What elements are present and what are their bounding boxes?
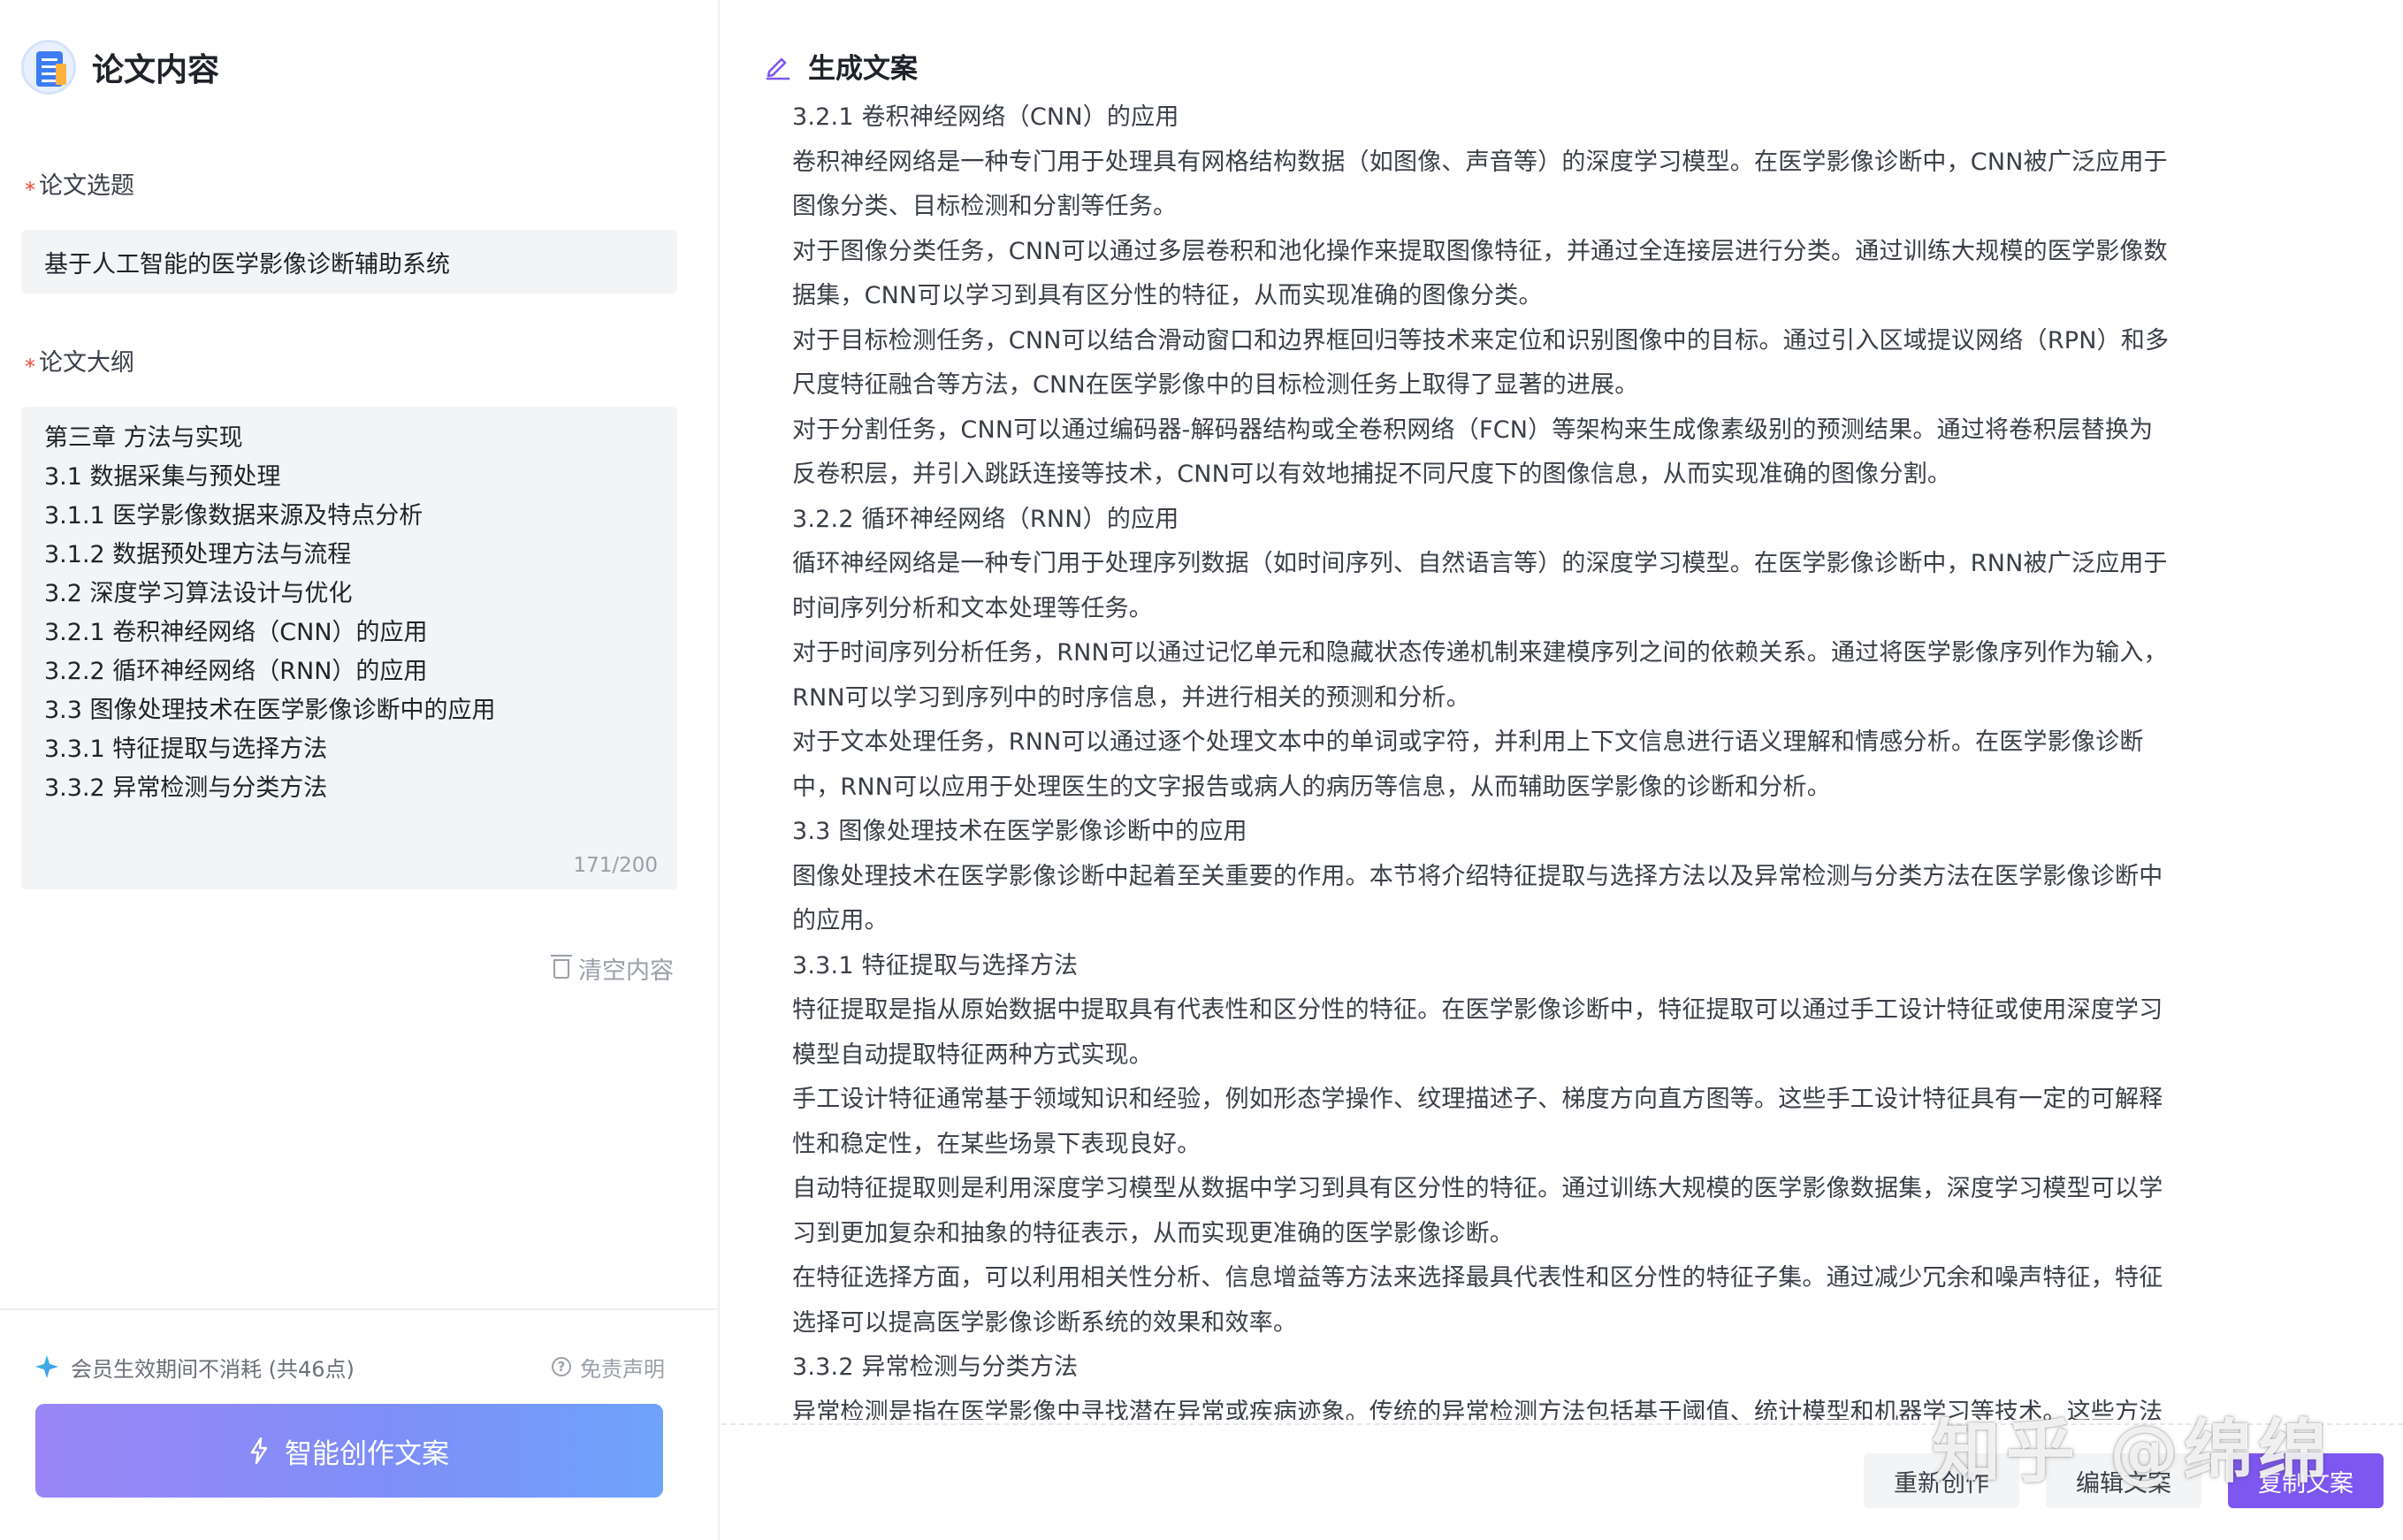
content-paragraph: 对于时间序列分析任务，RNN可以通过记忆单元和隐藏状态传递机制来建模序列之间的依… [792,639,2168,712]
content-paragraph: 对于图像分类任务，CNN可以通过多层卷积和池化操作来提取图像特征，并通过全连接层… [792,237,2168,310]
topic-label: * 论文选题 [25,166,134,202]
outline-char-count: 171/200 [573,854,658,877]
edit-copy-button[interactable]: 编辑文案 [2046,1453,2201,1508]
outline-label-text: 论文大纲 [39,349,134,377]
paper-logo-icon [21,40,76,95]
divider [0,1308,718,1310]
content-paragraph: 图像处理技术在医学影像诊断中起着至关重要的作用。本节将介绍特征提取与选择方法以及… [792,862,2163,935]
action-bar: 重新创作 编辑文案 复制文案 [1864,1453,2384,1508]
content-divider [721,1423,2403,1425]
member-note-text: 会员生效期间不消耗 (共46点) [71,1356,355,1382]
left-header: 论文内容 [21,37,219,97]
disclaimer-link[interactable]: ? 免责声明 [552,1352,665,1383]
left-panel-title: 论文内容 [92,52,220,88]
clear-content-label: 清空内容 [578,957,674,985]
member-note: 会员生效期间不消耗 (共46点) [35,1352,355,1383]
content-paragraph: 在特征选择方面，可以利用相关性分析、信息增益等方法来选择最具代表性和区分性的特征… [792,1264,2163,1337]
generated-content[interactable]: 3.2.1 卷积神经网络（CNN）的应用 卷积神经网络是一种专门用于处理具有网格… [792,95,2171,1420]
question-circle-icon: ? [552,1357,571,1376]
content-paragraph: 自动特征提取则是利用深度学习模型从数据中学习到具有区分性的特征。通过训练大规模的… [792,1175,2163,1247]
topic-label-text: 论文选题 [39,172,134,200]
topic-input[interactable]: 基于人工智能的医学影像诊断辅助系统 [21,230,677,294]
regenerate-button[interactable]: 重新创作 [1864,1453,2019,1508]
content-paragraph: 特征提取是指从原始数据中提取具有代表性和区分性的特征。在医学影像诊断中，特征提取… [792,996,2163,1069]
right-header: 生成文案 [764,46,925,88]
left-panel: 论文内容 * 论文选题 基于人工智能的医学影像诊断辅助系统 * 论文大纲 第三章 方… [0,0,720,1540]
disclaimer-label: 免责声明 [580,1356,665,1382]
required-mark: * [25,355,35,379]
outline-line: 3.3.2 异常检测与分类方法 [44,774,328,802]
sparkle-icon [35,1355,58,1378]
smart-create-button[interactable]: 智能创作文案 [35,1404,663,1498]
content-heading: 3.2.1 卷积神经网络（CNN）的应用 [792,103,1179,131]
required-mark: * [25,178,35,202]
content-paragraph: 对于分割任务，CNN可以通过编码器-解码器结构或全卷积网络（FCN）等架构来生成… [792,415,2154,489]
outline-line: 3.1.1 医学影像数据来源及特点分析 [44,502,423,530]
content-paragraph: 异常检测是指在医学影像中寻找潜在异常或疾病迹象。传统的异常检测方法包括基于阈值、… [792,1398,2163,1421]
outline-line: 3.3 图像处理技术在医学影像诊断中的应用 [44,697,496,724]
outline-line: 3.1.2 数据预处理方法与流程 [44,541,352,568]
right-panel-title: 生成文案 [808,46,925,88]
right-panel: 生成文案 3.2.1 卷积神经网络（CNN）的应用 卷积神经网络是一种专门用于处… [721,0,2403,1540]
clear-content-button[interactable]: 清空内容 [551,951,674,986]
lightning-icon [249,1437,269,1464]
content-heading: 3.3 图像处理技术在医学影像诊断中的应用 [792,818,1247,845]
content-paragraph: 对于文本处理任务，RNN可以通过逐个处理文本中的单词或字符，并利用上下文信息进行… [792,728,2144,801]
outline-line: 3.3.1 特征提取与选择方法 [44,736,328,763]
outline-line: 第三章 方法与实现 [44,424,243,452]
outline-line: 3.2 深度学习算法设计与优化 [44,580,353,607]
content-heading: 3.2.2 循环神经网络（RNN）的应用 [792,505,1179,533]
outline-line: 3.1 数据采集与预处理 [44,463,281,491]
content-paragraph: 手工设计特征通常基于领域知识和经验，例如形态学操作、纹理描述子、梯度方向直方图等… [792,1086,2163,1158]
content-paragraph: 卷积神经网络是一种专门用于处理具有网格结构数据（如图像、声音等）的深度学习模型。… [792,148,2168,221]
outline-line: 3.2.1 卷积神经网络（CNN）的应用 [44,619,428,646]
content-paragraph: 对于目标检测任务，CNN可以结合滑动窗口和边界框回归等技术来定位和识别图像中的目… [792,326,2170,400]
content-heading: 3.3.2 异常检测与分类方法 [792,1353,1079,1381]
outline-textarea[interactable]: 第三章 方法与实现 3.1 数据采集与预处理 3.1.1 医学影像数据来源及特点… [21,407,677,889]
smart-create-label: 智能创作文案 [285,1437,449,1470]
pencil-icon [764,52,792,80]
member-row: 会员生效期间不消耗 (共46点) ? 免责声明 [35,1351,665,1383]
trash-icon [551,954,572,979]
outline-line: 3.2.2 循环神经网络（RNN）的应用 [44,658,428,685]
outline-label: * 论文大纲 [25,343,134,379]
content-paragraph: 循环神经网络是一种专门用于处理序列数据（如时间序列、自然语言等）的深度学习模型。… [792,550,2168,622]
copy-text-button[interactable]: 复制文案 [2228,1453,2384,1508]
content-heading: 3.3.1 特征提取与选择方法 [792,951,1079,980]
